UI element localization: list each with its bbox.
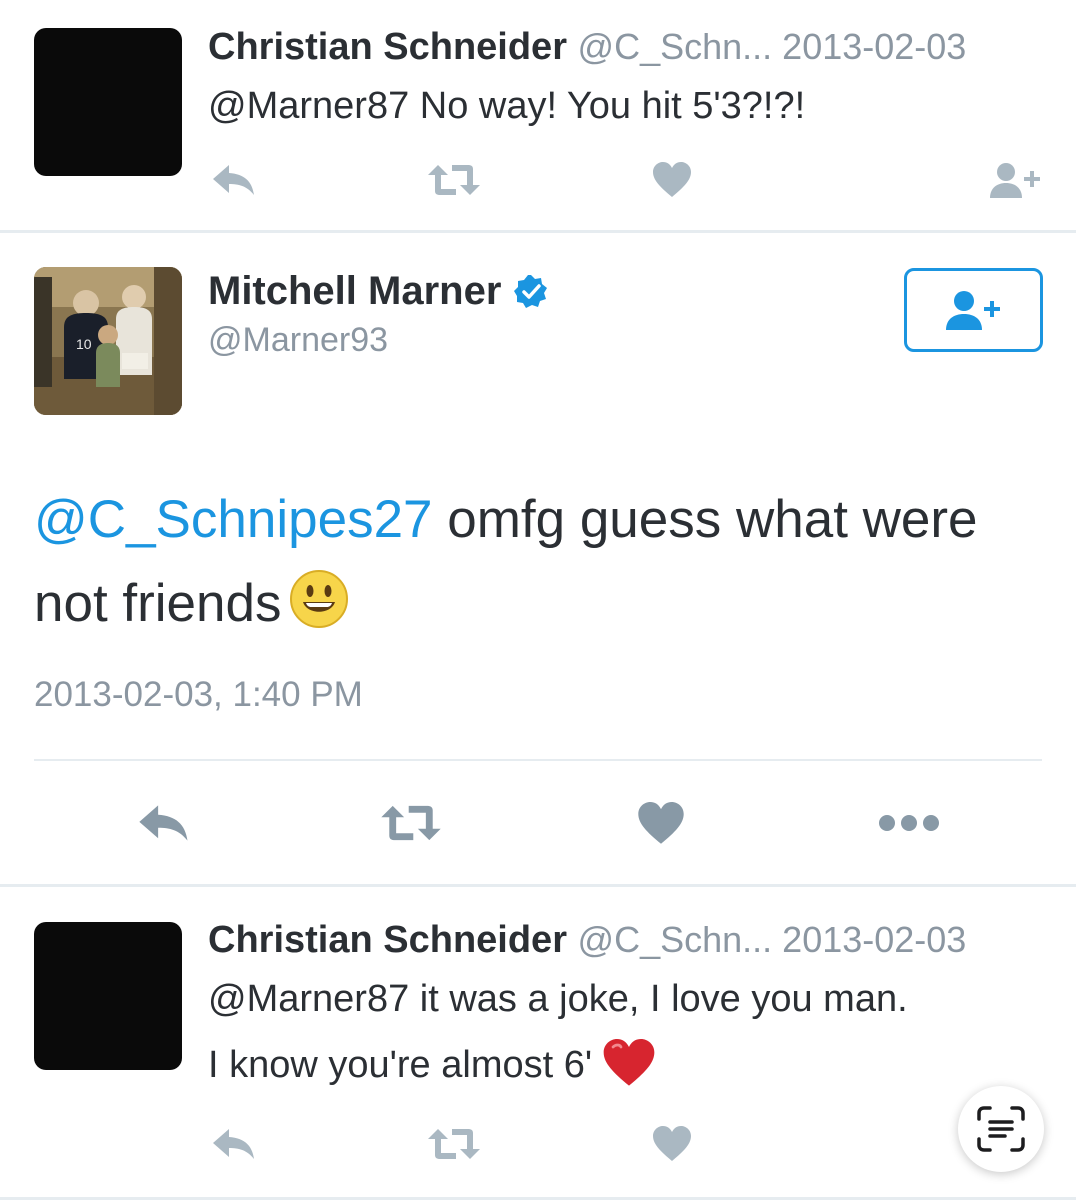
like-button[interactable] <box>650 1114 694 1174</box>
action-bar <box>0 793 1076 853</box>
reply-icon <box>213 165 254 195</box>
author-meta: @C_Schn... 2013-02-03 <box>577 26 967 67</box>
svg-text:10: 10 <box>76 336 92 352</box>
more-icon <box>879 815 939 831</box>
tweet-text-line-1: @Marner87 it was a joke, I love you man. <box>208 978 908 1020</box>
follow-icon <box>990 163 1040 198</box>
heart-icon <box>638 801 684 844</box>
avatar[interactable] <box>34 922 182 1070</box>
verified-badge-icon <box>514 274 548 308</box>
action-bar <box>0 1114 1076 1174</box>
tweet-timestamp[interactable]: 2013-02-03, 1:40 PM <box>34 675 363 715</box>
reply-button[interactable] <box>134 793 194 853</box>
retweet-button[interactable] <box>424 1114 484 1174</box>
retweet-button[interactable] <box>424 150 484 210</box>
retweet-icon <box>428 165 480 195</box>
action-bar <box>0 150 1076 210</box>
like-button[interactable] <box>636 793 686 853</box>
reply-icon <box>213 1129 254 1159</box>
tweet-text: @C_Schnipes27 omfg guess what were not f… <box>34 478 1054 646</box>
reply-button[interactable] <box>208 1114 260 1174</box>
more-button[interactable] <box>876 793 942 853</box>
tweet-header: Christian Schneider @C_Schn... 2013-02-0… <box>208 26 966 69</box>
heart-icon <box>653 162 691 197</box>
author-name-row: Mitchell Marner <box>208 269 549 314</box>
tweet-main: 10 Mitchell Marner @Marner93 @C_Schnipes… <box>0 233 1076 885</box>
follow-button[interactable] <box>904 268 1043 352</box>
tweet-text-line-2: I know you're almost 6' <box>208 1039 656 1087</box>
tweet-reply-2[interactable]: Christian Schneider @C_Schn... 2013-02-0… <box>0 886 1076 1200</box>
tweet-header: Christian Schneider @C_Schn... 2013-02-0… <box>208 919 966 962</box>
author-meta: @C_Schn... 2013-02-03 <box>577 919 967 960</box>
avatar-image: 10 <box>34 267 182 415</box>
reply-button[interactable] <box>208 150 260 210</box>
scan-text-button[interactable] <box>958 1086 1044 1172</box>
mention-link[interactable]: @C_Schnipes27 <box>34 490 433 549</box>
author-name[interactable]: Mitchell Marner <box>208 269 501 314</box>
tweet-text-line-2-text: I know you're almost 6' <box>208 1044 593 1086</box>
retweet-icon <box>428 1129 480 1159</box>
smiley-emoji-icon <box>290 570 349 628</box>
tweet-reply-1[interactable]: Christian Schneider @C_Schn... 2013-02-0… <box>0 0 1076 232</box>
red-heart-emoji-icon <box>603 1039 655 1086</box>
scan-text-icon <box>977 1106 1025 1152</box>
tweet-text: @Marner87 No way! You hit 5'3?!?! <box>208 85 806 127</box>
retweet-button[interactable] <box>378 793 444 853</box>
follow-icon <box>945 291 1000 330</box>
reply-icon <box>139 805 188 841</box>
author-name[interactable]: Christian Schneider <box>208 26 567 68</box>
author-name[interactable]: Christian Schneider <box>208 919 567 961</box>
like-button[interactable] <box>650 150 694 210</box>
heart-icon <box>653 1126 691 1161</box>
divider <box>34 759 1042 761</box>
avatar-photo[interactable]: 10 <box>34 267 182 415</box>
follow-button[interactable] <box>986 150 1046 210</box>
retweet-icon <box>381 805 441 841</box>
author-handle[interactable]: @Marner93 <box>208 321 388 360</box>
